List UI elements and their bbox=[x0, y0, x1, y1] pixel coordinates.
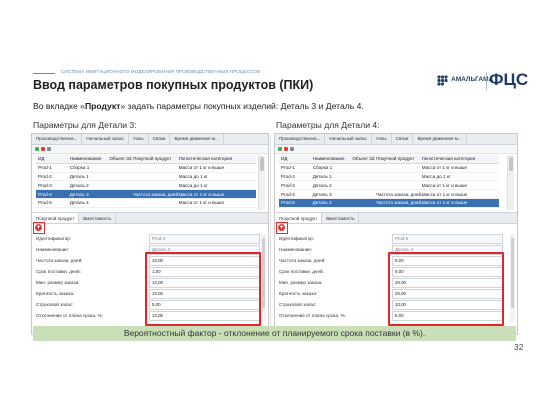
grid-header: ИД Наименование Объект 3d Покупной проду… bbox=[36, 155, 256, 164]
table-row[interactable]: Prod-3 Деталь 2 Масса до 1 кг bbox=[36, 181, 256, 191]
products-grid: ИД Наименование Объект 3d Покупной проду… bbox=[279, 155, 499, 208]
intro-tab-name: Продукт bbox=[84, 101, 121, 111]
col-logistics[interactable]: Логистическая категория bbox=[422, 156, 499, 161]
table-row[interactable]: Prod-1 Сборка 1 Масса от 1 кг и выше bbox=[36, 164, 256, 173]
delete-row-icon[interactable] bbox=[284, 147, 288, 151]
delete-row-icon[interactable] bbox=[41, 147, 45, 151]
col-id[interactable]: ИД bbox=[36, 156, 70, 161]
table-row[interactable]: Prod-1 Сборка 1 Масса от 1 кг и выше bbox=[279, 164, 499, 173]
tab-move-time[interactable]: Время движения м... bbox=[170, 134, 224, 144]
field-label: Частота заказа, дней: bbox=[36, 258, 83, 263]
tab-move-time[interactable]: Время движения м... bbox=[413, 134, 467, 144]
app-window-left: Производственна... Начальный запас Узлы … bbox=[31, 133, 269, 335]
tab-production[interactable]: Производственна... bbox=[32, 134, 83, 144]
add-product-icon[interactable]: + bbox=[35, 224, 42, 231]
field-label: Страховой запас: bbox=[279, 302, 317, 307]
col-name[interactable]: Наименование bbox=[70, 156, 110, 161]
logo-separator bbox=[486, 72, 487, 90]
page-number: 32 bbox=[514, 342, 524, 352]
highlight-box bbox=[388, 252, 504, 326]
col-logistics[interactable]: Логистическая категория bbox=[179, 156, 256, 161]
table-row-selected[interactable]: Prod-5 Деталь 4 Частота заказа, дней... Мас… bbox=[279, 198, 499, 208]
detail-tabs: Покупной продукт Вместимость bbox=[32, 212, 268, 224]
field-label: Частота заказа, дней: bbox=[279, 258, 326, 263]
tab-links[interactable]: Связи bbox=[149, 134, 171, 144]
tab-production[interactable]: Производственна... bbox=[275, 134, 326, 144]
grid-scrollbar[interactable] bbox=[507, 155, 514, 210]
tab-capacity[interactable]: Вместимость bbox=[322, 213, 360, 223]
field-label: Страховой запас: bbox=[36, 302, 74, 307]
company-logo: АМАЛЬГАМА ФЦС bbox=[436, 70, 528, 92]
field-label: Срок поставки, дней: bbox=[279, 269, 324, 274]
note-banner: Вероятностный фактор - отклонение от пла… bbox=[33, 326, 516, 341]
table-row[interactable]: Prod-4 Деталь 3 Частота заказа, дней... Мас… bbox=[279, 190, 499, 199]
products-grid: ИД Наименование Объект 3d Покупной проду… bbox=[36, 155, 256, 208]
col-3d[interactable]: Объект 3d bbox=[109, 156, 133, 161]
main-tabs: Производственна... Начальный запас Узлы … bbox=[275, 134, 517, 145]
field-label: Мин. размер заказа: bbox=[279, 280, 323, 285]
table-row[interactable]: Prod-5 Деталь 4 Масса от 1 кг и выше bbox=[36, 199, 256, 208]
field-label: Наименование: bbox=[279, 247, 313, 252]
col-purchased[interactable]: Покупной продукт bbox=[376, 156, 422, 161]
col-purchased[interactable]: Покупной продукт bbox=[133, 156, 179, 161]
col-name[interactable]: Наименование bbox=[313, 156, 353, 161]
add-row-icon[interactable] bbox=[278, 147, 282, 151]
detail-tabs: Покупной продукт Вместимость bbox=[275, 212, 517, 224]
id-field: Prod-4 bbox=[149, 234, 260, 244]
toolbar bbox=[32, 145, 268, 154]
field-label: Идентификатор: bbox=[279, 236, 315, 241]
tab-nodes[interactable]: Узлы bbox=[129, 134, 149, 144]
copy-row-icon[interactable] bbox=[290, 147, 294, 151]
right-params-label: Параметры для Детали 4: bbox=[276, 120, 380, 130]
form-scrollbar[interactable] bbox=[261, 234, 266, 322]
add-row-icon[interactable] bbox=[35, 147, 39, 151]
header-rule bbox=[33, 73, 55, 74]
system-subtitle: СИСТЕМА ИМИТАЦИОННОГО МОДЕЛИРОВАНИЯ ПРОИ… bbox=[61, 69, 261, 74]
grid-scrollbar[interactable] bbox=[258, 155, 265, 210]
table-row-selected[interactable]: Prod-4 Деталь 3 Частота заказа, дней: ... М… bbox=[36, 190, 256, 199]
field-label: Кратность заказа: bbox=[279, 291, 318, 296]
tab-initial-stock[interactable]: Начальный запас bbox=[325, 134, 372, 144]
field-label: Отклонение от плана срока, %: bbox=[279, 313, 346, 318]
col-3d[interactable]: Объект 3d bbox=[352, 156, 376, 161]
col-id[interactable]: ИД bbox=[279, 156, 313, 161]
tab-initial-stock[interactable]: Начальный запас bbox=[82, 134, 129, 144]
page-title: Ввод параметров покупных продуктов (ПКИ) bbox=[33, 78, 314, 92]
left-params-label: Параметры для Детали 3: bbox=[33, 120, 137, 130]
intro-prefix: Во вкладке « bbox=[33, 101, 85, 111]
table-row[interactable]: Prod-3 Деталь 2 Масса от 1 кг и выше bbox=[279, 181, 499, 191]
toolbar bbox=[275, 145, 517, 154]
highlight-box bbox=[145, 252, 261, 326]
tab-links[interactable]: Связи bbox=[392, 134, 414, 144]
field-label: Мин. размер заказа: bbox=[36, 280, 80, 285]
panel-divider bbox=[270, 135, 271, 325]
field-label: Отклонение от плана срока, %: bbox=[36, 313, 103, 318]
tab-nodes[interactable]: Узлы bbox=[372, 134, 392, 144]
table-row[interactable]: Prod-2 Деталь 1 Масса до 1 кг bbox=[279, 173, 499, 182]
copy-row-icon[interactable] bbox=[47, 147, 51, 151]
field-label: Срок поставки, дней: bbox=[36, 269, 81, 274]
table-row[interactable]: Prod-2 Деталь 1 Масса до 1 кг bbox=[36, 173, 256, 182]
tab-capacity[interactable]: Вместимость bbox=[79, 213, 117, 223]
amalgama-logo-icon bbox=[437, 75, 448, 86]
intro-suffix: » задать параметры покупных изделий: Дет… bbox=[120, 101, 364, 111]
main-tabs: Производственна... Начальный запас Узлы … bbox=[32, 134, 268, 145]
grid-header: ИД Наименование Объект 3d Покупной проду… bbox=[279, 155, 499, 164]
add-product-icon[interactable]: + bbox=[278, 224, 285, 231]
field-label: Кратность заказа: bbox=[36, 291, 75, 296]
logo-product: ФЦС bbox=[489, 70, 529, 89]
field-label: Идентификатор: bbox=[36, 236, 72, 241]
intro-text: Во вкладке «Продукт» задать параметры по… bbox=[33, 101, 364, 111]
field-label: Наименование: bbox=[36, 247, 70, 252]
form-scrollbar[interactable] bbox=[510, 234, 515, 322]
app-window-right: Производственна... Начальный запас Узлы … bbox=[274, 133, 518, 335]
id-field: Prod-5 bbox=[392, 234, 503, 244]
